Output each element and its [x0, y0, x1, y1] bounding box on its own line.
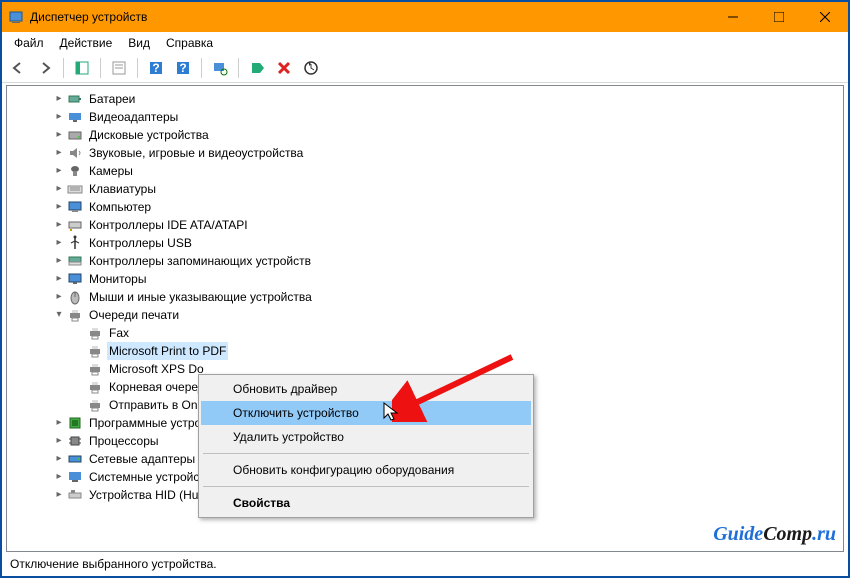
- printer-icon: [67, 307, 83, 323]
- title-bar: Диспетчер устройств: [2, 2, 848, 32]
- maximize-button[interactable]: [756, 2, 802, 32]
- tree-item[interactable]: ▸Камеры: [11, 162, 843, 180]
- toolbar: ? ?: [2, 53, 848, 83]
- expand-icon[interactable]: ▸: [51, 145, 67, 161]
- ide-icon: [67, 217, 83, 233]
- expand-icon[interactable]: ▸: [51, 181, 67, 197]
- expand-icon[interactable]: ▸: [51, 109, 67, 125]
- svg-text:?: ?: [179, 61, 186, 75]
- tree-item[interactable]: ▸Видеоадаптеры: [11, 108, 843, 126]
- tree-item[interactable]: ▸Контроллеры запоминающих устройств: [11, 252, 843, 270]
- ctx-disable-device[interactable]: Отключить устройство: [201, 401, 531, 425]
- app-icon: [8, 9, 24, 25]
- menu-action[interactable]: Действие: [52, 34, 121, 52]
- tree-item[interactable]: ▸Батареи: [11, 90, 843, 108]
- tree-item[interactable]: ▸Мониторы: [11, 270, 843, 288]
- svg-text:?: ?: [152, 61, 159, 75]
- tree-item[interactable]: ▸Компьютер: [11, 198, 843, 216]
- window-title: Диспетчер устройств: [30, 10, 710, 24]
- tree-item[interactable]: ▸Клавиатуры: [11, 180, 843, 198]
- expand-icon[interactable]: ▸: [51, 271, 67, 287]
- menu-file[interactable]: Файл: [6, 34, 52, 52]
- disable-device-button[interactable]: [272, 56, 296, 80]
- expand-icon[interactable]: ▸: [51, 199, 67, 215]
- collapse-icon[interactable]: ▾: [51, 307, 67, 323]
- expand-icon[interactable]: ▸: [51, 163, 67, 179]
- printer-icon: [87, 397, 103, 413]
- tree-item[interactable]: ▸Дисковые устройства: [11, 126, 843, 144]
- separator: [203, 453, 529, 454]
- network-icon: [67, 451, 83, 467]
- expand-icon[interactable]: ▸: [51, 91, 67, 107]
- status-bar: Отключение выбранного устройства.: [6, 554, 844, 574]
- tree-item-print-queues[interactable]: ▾Очереди печати: [11, 306, 843, 324]
- ctx-update-driver[interactable]: Обновить драйвер: [201, 377, 531, 401]
- back-button[interactable]: [6, 56, 30, 80]
- enable-device-button[interactable]: [245, 56, 269, 80]
- menu-help[interactable]: Справка: [158, 34, 221, 52]
- tree-item[interactable]: Fax: [11, 324, 843, 342]
- expand-icon[interactable]: ▸: [51, 253, 67, 269]
- display-adapter-icon: [67, 109, 83, 125]
- printer-icon: [87, 379, 103, 395]
- properties-button[interactable]: [107, 56, 131, 80]
- tree-item[interactable]: ▸Контроллеры USB: [11, 234, 843, 252]
- tree-item[interactable]: ▸Мыши и иные указывающие устройства: [11, 288, 843, 306]
- disk-icon: [67, 127, 83, 143]
- expand-icon[interactable]: ▸: [51, 289, 67, 305]
- menu-bar: Файл Действие Вид Справка: [2, 32, 848, 53]
- usb-icon: [67, 235, 83, 251]
- help-button[interactable]: ?: [144, 56, 168, 80]
- ctx-scan-hardware[interactable]: Обновить конфигурацию оборудования: [201, 458, 531, 482]
- cpu-icon: [67, 433, 83, 449]
- expand-icon[interactable]: ▸: [51, 451, 67, 467]
- monitor-icon: [67, 271, 83, 287]
- storage-controller-icon: [67, 253, 83, 269]
- forward-button[interactable]: [33, 56, 57, 80]
- minimize-button[interactable]: [710, 2, 756, 32]
- tree-item-selected[interactable]: Microsoft Print to PDF: [11, 342, 843, 360]
- printer-icon: [87, 361, 103, 377]
- update-driver-button[interactable]: [299, 56, 323, 80]
- system-icon: [67, 469, 83, 485]
- battery-icon: [67, 91, 83, 107]
- expand-icon[interactable]: ▸: [51, 487, 67, 503]
- computer-icon: [67, 199, 83, 215]
- printer-icon: [87, 343, 103, 359]
- mouse-icon: [67, 289, 83, 305]
- printer-icon: [87, 325, 103, 341]
- expand-icon[interactable]: ▸: [51, 235, 67, 251]
- sound-icon: [67, 145, 83, 161]
- ctx-uninstall-device[interactable]: Удалить устройство: [201, 425, 531, 449]
- keyboard-icon: [67, 181, 83, 197]
- close-button[interactable]: [802, 2, 848, 32]
- scan-hardware-button[interactable]: [208, 56, 232, 80]
- expand-icon[interactable]: ▸: [51, 217, 67, 233]
- expand-icon[interactable]: ▸: [51, 415, 67, 431]
- firmware-icon: [67, 415, 83, 431]
- expand-icon[interactable]: ▸: [51, 433, 67, 449]
- status-text: Отключение выбранного устройства.: [10, 557, 217, 571]
- context-menu: Обновить драйвер Отключить устройство Уд…: [198, 374, 534, 518]
- hid-icon: [67, 487, 83, 503]
- camera-icon: [67, 163, 83, 179]
- tree-item[interactable]: ▸Контроллеры IDE ATA/ATAPI: [11, 216, 843, 234]
- expand-icon[interactable]: ▸: [51, 469, 67, 485]
- separator: [203, 486, 529, 487]
- show-hide-tree-button[interactable]: [70, 56, 94, 80]
- ctx-properties[interactable]: Свойства: [201, 491, 531, 515]
- menu-view[interactable]: Вид: [120, 34, 158, 52]
- expand-icon[interactable]: ▸: [51, 127, 67, 143]
- help2-button[interactable]: ?: [171, 56, 195, 80]
- tree-item[interactable]: ▸Звуковые, игровые и видеоустройства: [11, 144, 843, 162]
